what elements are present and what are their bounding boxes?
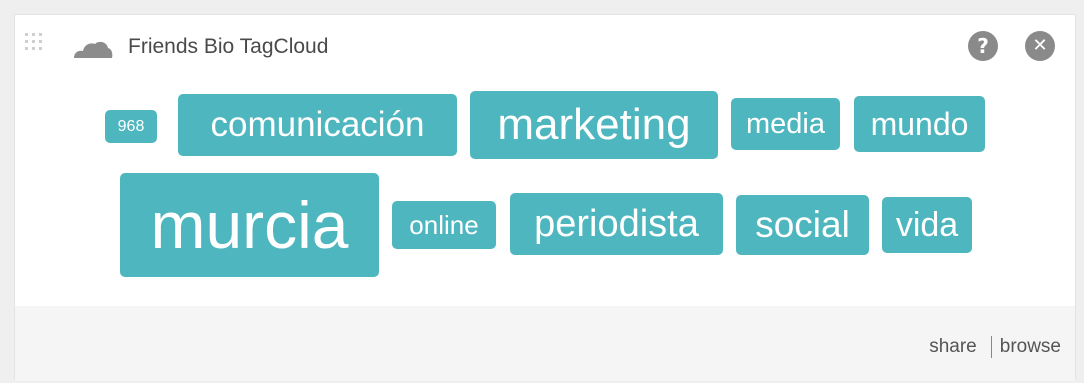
widget-footer: share browse: [15, 306, 1075, 381]
footer-links: share browse: [929, 336, 1061, 358]
tagcloud-widget: Friends Bio TagCloud ? ✕ 968 comunicació…: [14, 14, 1076, 381]
footer-divider: [990, 336, 992, 358]
help-button[interactable]: ?: [968, 31, 998, 61]
widget-title: Friends Bio TagCloud: [128, 35, 329, 58]
tag-online[interactable]: online: [392, 201, 496, 249]
widget-header: Friends Bio TagCloud ? ✕: [15, 15, 1075, 77]
tag-social[interactable]: social: [736, 195, 869, 255]
tag-media[interactable]: media: [731, 98, 840, 150]
tag-968[interactable]: 968: [105, 110, 157, 143]
tag-murcia[interactable]: murcia: [120, 173, 379, 277]
close-button[interactable]: ✕: [1025, 31, 1055, 61]
drag-handle-icon[interactable]: [23, 31, 45, 53]
tag-vida[interactable]: vida: [882, 197, 972, 253]
share-link[interactable]: share: [929, 336, 977, 357]
browse-link[interactable]: browse: [1000, 336, 1061, 357]
tag-mundo[interactable]: mundo: [854, 96, 985, 152]
cloud-icon: [74, 41, 113, 58]
tag-comunicacion[interactable]: comunicación: [178, 94, 457, 156]
tag-marketing[interactable]: marketing: [470, 91, 718, 159]
tag-periodista[interactable]: periodista: [510, 193, 723, 255]
